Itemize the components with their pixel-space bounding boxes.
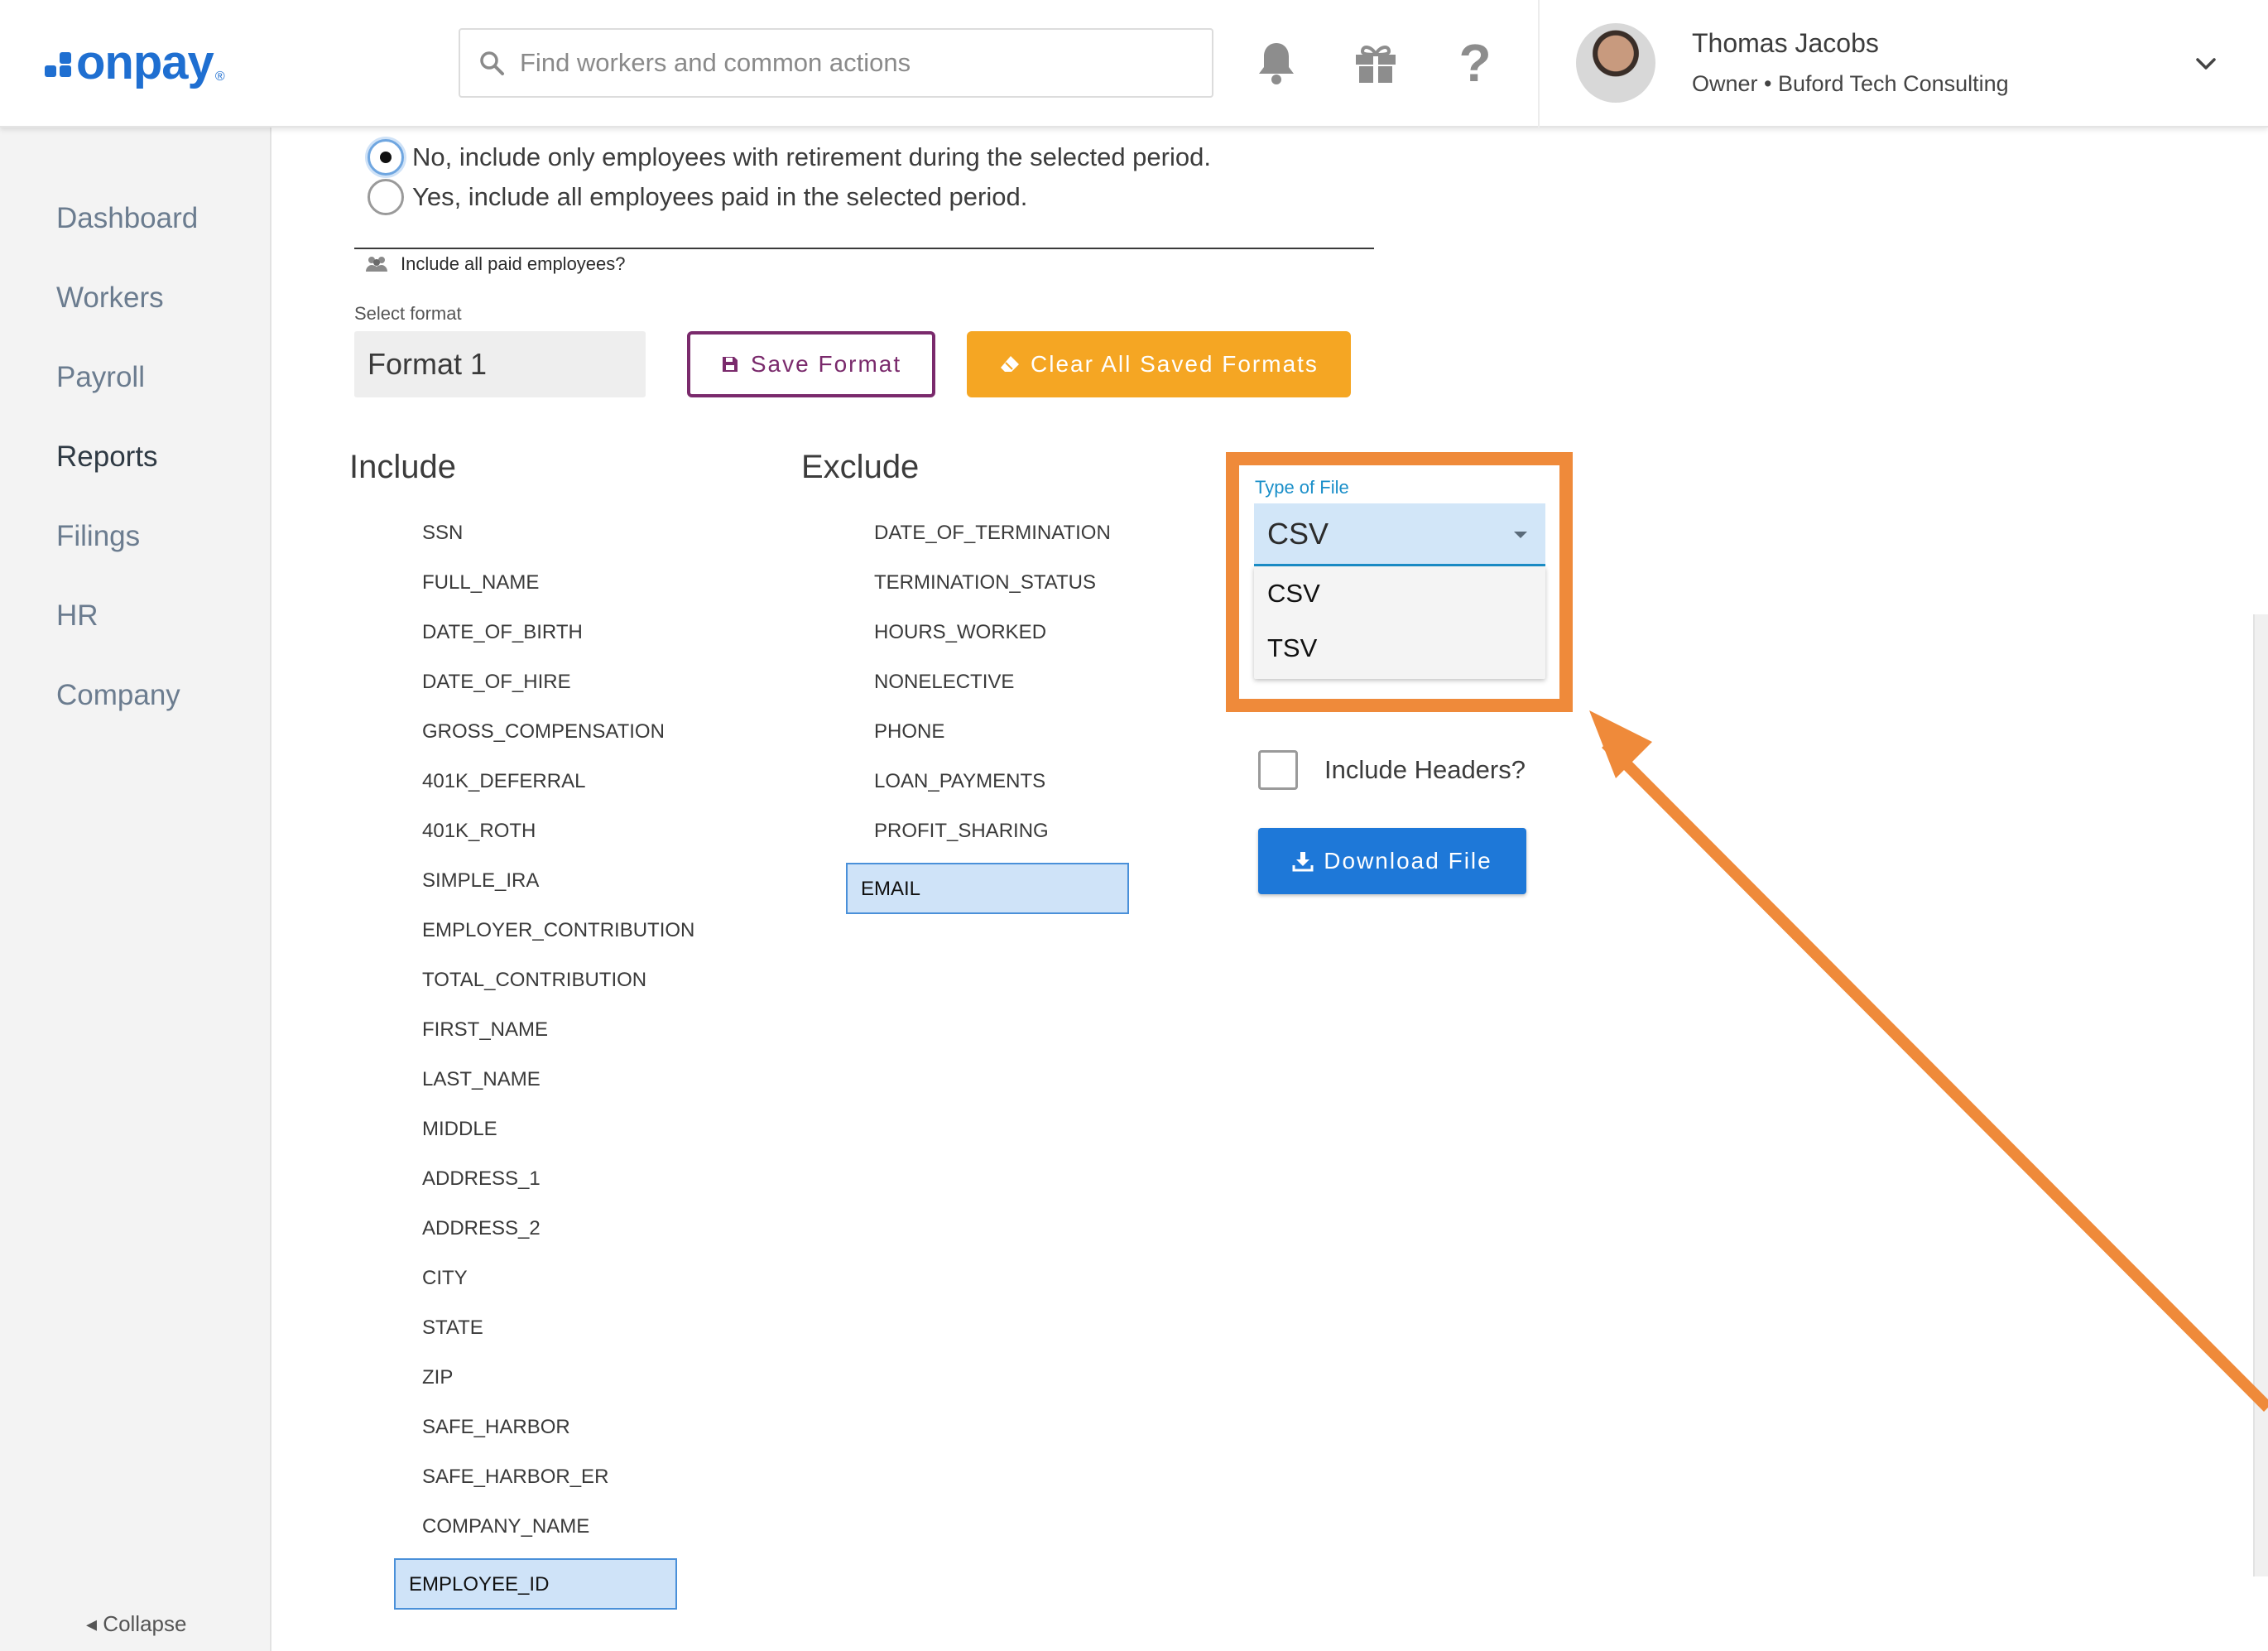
notifications-button[interactable] xyxy=(1250,36,1303,89)
onpay-logo[interactable]: onpay ® xyxy=(45,33,225,91)
help-button[interactable]: ? xyxy=(1449,36,1502,89)
radio-label: No, include only employees with retireme… xyxy=(412,142,1211,171)
radio-group-caption-text: Include all paid employees? xyxy=(401,253,626,274)
sidebar-item-workers[interactable]: Workers xyxy=(56,282,164,315)
sidebar-item-company[interactable]: Company xyxy=(56,679,180,712)
exclude-field-item[interactable]: EMAIL xyxy=(846,863,1129,914)
radio-button-checked[interactable] xyxy=(368,139,404,176)
exclude-field-item[interactable]: HOURS_WORKED xyxy=(859,614,1129,664)
include-field-item[interactable]: 401K_DEFERRAL xyxy=(407,763,694,813)
include-field-item[interactable]: DATE_OF_BIRTH xyxy=(407,614,694,664)
sidebar-item-dashboard[interactable]: Dashboard xyxy=(56,202,198,235)
header-divider xyxy=(1538,0,1540,128)
save-format-label: Save Format xyxy=(750,351,902,377)
download-file-button[interactable]: Download File xyxy=(1258,828,1526,894)
include-field-item[interactable]: ZIP xyxy=(407,1360,694,1409)
include-field-item[interactable]: ADDRESS_2 xyxy=(407,1211,694,1260)
include-headers-row[interactable]: Include Headers? xyxy=(1258,750,1526,790)
search-box[interactable] xyxy=(459,28,1213,98)
help-icon: ? xyxy=(1458,33,1492,93)
include-field-item[interactable]: COMPANY_NAME xyxy=(407,1509,694,1558)
include-field-item[interactable]: FIRST_NAME xyxy=(407,1012,694,1061)
select-format-label: Select format xyxy=(354,303,462,324)
include-field-item[interactable]: EMPLOYER_CONTRIBUTION xyxy=(407,912,694,962)
include-field-item[interactable]: EMPLOYEE_ID xyxy=(394,1558,677,1610)
include-field-item[interactable]: DATE_OF_HIRE xyxy=(407,664,694,714)
include-field-list: SSN FULL_NAME DATE_OF_BIRTH DATE_OF_HIRE GRO… xyxy=(394,515,694,1610)
type-of-file-select[interactable]: CSV xyxy=(1254,503,1545,566)
include-field-item[interactable]: ADDRESS_1 xyxy=(407,1161,694,1211)
page-scrollbar[interactable] xyxy=(2253,614,2268,1576)
include-field-item[interactable]: 401K_ROTH xyxy=(407,813,694,863)
eraser-icon xyxy=(1001,356,1020,372)
include-field-item[interactable]: CITY xyxy=(407,1260,694,1310)
include-field-item[interactable]: TOTAL_CONTRIBUTION xyxy=(407,962,694,1012)
include-field-item[interactable]: SSN xyxy=(407,515,694,565)
include-field-item[interactable]: GROSS_COMPENSATION xyxy=(407,714,694,763)
exclude-field-item[interactable]: LOAN_PAYMENTS xyxy=(859,763,1129,813)
exclude-heading: Exclude xyxy=(801,449,920,485)
save-format-button[interactable]: Save Format xyxy=(687,331,935,397)
download-file-label: Download File xyxy=(1324,848,1492,874)
include-field-item[interactable]: STATE xyxy=(407,1310,694,1360)
clear-all-saved-formats-button[interactable]: Clear All Saved Formats xyxy=(967,331,1351,397)
dropdown-caret-icon xyxy=(1514,532,1527,538)
radio-option-all-paid[interactable]: Yes, include all employees paid in the s… xyxy=(368,179,1027,215)
logo-registered-mark: ® xyxy=(214,70,225,84)
field-underline xyxy=(354,248,1374,249)
type-of-file-menu: CSV TSV xyxy=(1254,566,1545,679)
exclude-field-item[interactable]: TERMINATION_STATUS xyxy=(859,565,1129,614)
user-company: Owner • Buford Tech Consulting xyxy=(1692,71,2009,96)
include-field-item[interactable]: SAFE_HARBOR_ER xyxy=(407,1459,694,1509)
include-heading: Include xyxy=(349,449,456,485)
collapse-sidebar-button[interactable]: ◂ Collapse xyxy=(86,1611,186,1637)
radio-button[interactable] xyxy=(368,179,404,215)
avatar[interactable] xyxy=(1576,23,1655,103)
gift-icon xyxy=(1356,46,1396,83)
radio-option-retirement-only[interactable]: No, include only employees with retireme… xyxy=(368,139,1211,176)
sidebar-item-reports[interactable]: Reports xyxy=(56,440,158,474)
top-header: onpay ® ? Thomas Jacobs Owner • Buford T… xyxy=(0,0,2268,128)
include-field-item[interactable]: SIMPLE_IRA xyxy=(407,863,694,912)
include-field-item[interactable]: LAST_NAME xyxy=(407,1061,694,1111)
rewards-button[interactable] xyxy=(1349,36,1402,89)
floppy-disk-icon xyxy=(722,357,738,372)
type-of-file-label: Type of File xyxy=(1255,477,1349,498)
search-icon xyxy=(480,51,504,75)
sidebar-item-filings[interactable]: Filings xyxy=(56,520,140,553)
exclude-field-item[interactable]: NONELECTIVE xyxy=(859,664,1129,714)
format-name-input[interactable] xyxy=(354,331,646,397)
collapse-label: Collapse xyxy=(103,1611,187,1636)
exclude-field-item[interactable]: PHONE xyxy=(859,714,1129,763)
logo-text: onpay xyxy=(76,35,214,89)
radio-group-caption: Include all paid employees? xyxy=(364,253,626,275)
clear-formats-label: Clear All Saved Formats xyxy=(1031,351,1319,377)
bell-icon xyxy=(1259,43,1294,84)
caret-left-icon: ◂ xyxy=(86,1611,98,1636)
include-field-item[interactable]: MIDDLE xyxy=(407,1111,694,1161)
include-field-item[interactable]: FULL_NAME xyxy=(407,565,694,614)
type-of-file-value: CSV xyxy=(1267,516,1329,551)
radio-label: Yes, include all employees paid in the s… xyxy=(412,182,1028,211)
exclude-field-list: DATE_OF_TERMINATION TERMINATION_STATUS HOU… xyxy=(846,515,1129,914)
exclude-field-item[interactable]: PROFIT_SHARING xyxy=(859,813,1129,863)
menu-option-csv[interactable]: CSV xyxy=(1254,566,1545,621)
user-name: Thomas Jacobs xyxy=(1692,28,1879,58)
download-icon xyxy=(1292,852,1314,872)
search-input[interactable] xyxy=(520,48,1199,78)
include-headers-checkbox[interactable] xyxy=(1258,750,1298,790)
include-headers-label: Include Headers? xyxy=(1324,755,1526,784)
sidebar-item-payroll[interactable]: Payroll xyxy=(56,361,145,394)
people-icon xyxy=(366,257,387,272)
logo-mark-icon xyxy=(45,52,73,82)
exclude-field-item[interactable]: DATE_OF_TERMINATION xyxy=(859,515,1129,565)
sidebar: Dashboard Workers Payroll Reports Filing… xyxy=(0,128,271,1651)
chevron-down-icon[interactable] xyxy=(2194,51,2218,76)
include-field-item[interactable]: SAFE_HARBOR xyxy=(407,1409,694,1459)
menu-option-tsv[interactable]: TSV xyxy=(1254,621,1545,676)
sidebar-item-hr[interactable]: HR xyxy=(56,599,99,633)
